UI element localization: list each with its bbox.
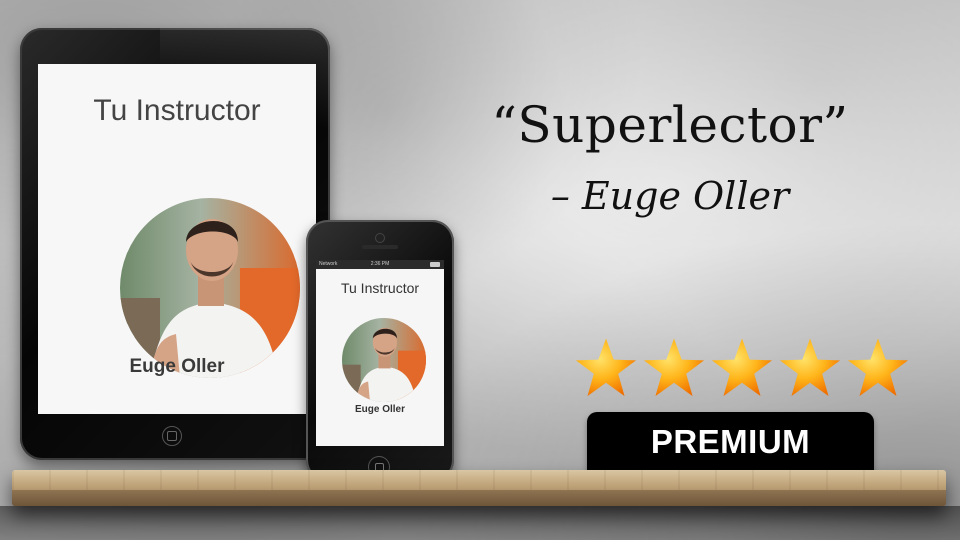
phone-instructor-name: Euge Oller [354,404,405,415]
phone-camera [376,234,384,242]
phone-device: Network 2:36 PM Tu Instructor Euge Oller [306,220,454,482]
testimonial-author: – Euge Oller [550,174,790,218]
tablet-home-button [162,426,182,446]
tablet-screen: Tu Instructor Euge Oller [38,64,316,414]
phone-status-bar: Network 2:36 PM [316,260,444,269]
phone-screen: Network 2:36 PM Tu Instructor Euge Oller [316,260,444,446]
instructor-avatar [120,198,300,378]
promo-banner: Tu Instructor Euge Oller Network 2:36 PM… [0,0,960,540]
star-icon [575,338,637,397]
phone-instructor-title: Tu Instructor [340,280,420,296]
shelf-front-edge [12,490,946,506]
floor-shadow [0,506,960,540]
tablet-instructor-title: Tu Instructor [93,94,261,127]
wooden-shelf [12,470,946,506]
tablet-device: Tu Instructor Euge Oller [20,28,330,460]
star-rating [574,336,910,402]
phone-instructor-photo [342,318,426,402]
phone-instructor-avatar [342,318,426,402]
star-icon [847,338,909,397]
testimonial-quote: “Superlector” [491,96,849,154]
phone-clock: 2:36 PM [370,261,390,267]
instructor-photo [120,198,300,378]
phone-speaker [362,245,398,249]
star-icon [779,338,841,397]
star-icon [711,338,773,397]
tablet-instructor-name: Euge Oller [129,356,225,377]
star-icon [643,338,705,397]
battery-icon [430,262,440,267]
